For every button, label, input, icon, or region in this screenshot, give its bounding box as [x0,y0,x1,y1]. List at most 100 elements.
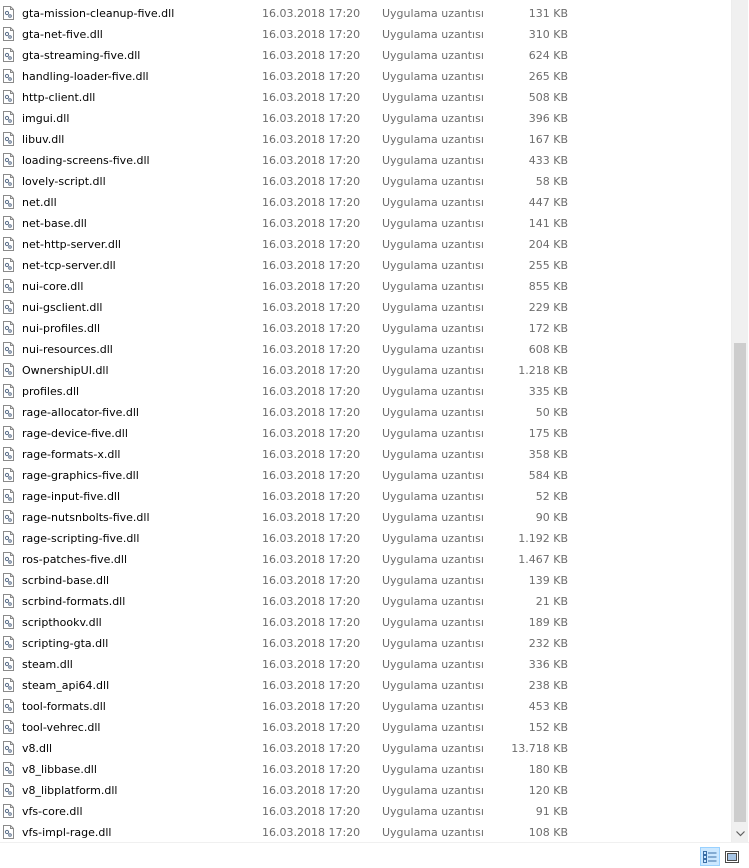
file-type: Uygulama uzantısı [382,763,484,776]
file-row[interactable]: nui-profiles.dll 16.03.2018 17:20 Uygula… [0,318,731,339]
file-date-modified: 16.03.2018 17:20 [262,154,361,167]
dll-file-icon [3,447,14,461]
file-row[interactable]: scripthookv.dll 16.03.2018 17:20 Uygulam… [0,612,731,633]
file-row[interactable]: net-tcp-server.dll 16.03.2018 17:20 Uygu… [0,255,731,276]
file-row[interactable]: lovely-script.dll 16.03.2018 17:20 Uygul… [0,171,731,192]
file-name: v8_libbase.dll [22,763,97,776]
file-date-modified: 16.03.2018 17:20 [262,700,361,713]
file-row[interactable]: gta-streaming-five.dll 16.03.2018 17:20 … [0,45,731,66]
file-size: 58 KB [535,175,568,188]
file-date-modified: 16.03.2018 17:20 [262,679,361,692]
file-date-modified: 16.03.2018 17:20 [262,7,361,20]
dll-file-icon [3,279,14,293]
file-row[interactable]: v8.dll 16.03.2018 17:20 Uygulama uzantıs… [0,738,731,759]
file-row[interactable]: rage-device-five.dll 16.03.2018 17:20 Uy… [0,423,731,444]
file-row[interactable]: v8_libbase.dll 16.03.2018 17:20 Uygulama… [0,759,731,780]
file-row[interactable]: tool-vehrec.dll 16.03.2018 17:20 Uygulam… [0,717,731,738]
file-row[interactable]: steam_api64.dll 16.03.2018 17:20 Uygulam… [0,675,731,696]
file-name: tool-formats.dll [22,700,106,713]
file-row[interactable]: rage-scripting-five.dll 16.03.2018 17:20… [0,528,731,549]
file-name: nui-profiles.dll [22,322,101,335]
file-row[interactable]: net-http-server.dll 16.03.2018 17:20 Uyg… [0,234,731,255]
file-size: 508 KB [528,91,568,104]
file-size: 152 KB [528,721,568,734]
file-name: http-client.dll [22,91,96,104]
file-type: Uygulama uzantısı [382,49,484,62]
file-row[interactable]: nui-core.dll 16.03.2018 17:20 Uygulama u… [0,276,731,297]
file-row[interactable]: scrbind-base.dll 16.03.2018 17:20 Uygula… [0,570,731,591]
file-row[interactable]: gta-net-five.dll 16.03.2018 17:20 Uygula… [0,24,731,45]
file-date-modified: 16.03.2018 17:20 [262,343,361,356]
file-name: ros-patches-five.dll [22,553,128,566]
file-size: 1.467 KB [518,553,568,566]
file-type: Uygulama uzantısı [382,448,484,461]
file-type: Uygulama uzantısı [382,91,484,104]
file-type: Uygulama uzantısı [382,406,484,419]
file-row[interactable]: rage-input-five.dll 16.03.2018 17:20 Uyg… [0,486,731,507]
file-row[interactable]: nui-gsclient.dll 16.03.2018 17:20 Uygula… [0,297,731,318]
file-name: steam_api64.dll [22,679,110,692]
file-row[interactable]: v8_libplatform.dll 16.03.2018 17:20 Uygu… [0,780,731,801]
file-name: rage-allocator-five.dll [22,406,139,419]
file-row[interactable]: rage-graphics-five.dll 16.03.2018 17:20 … [0,465,731,486]
file-row[interactable]: profiles.dll 16.03.2018 17:20 Uygulama u… [0,381,731,402]
file-row[interactable]: gta-mission-cleanup-five.dll 16.03.2018 … [0,3,731,24]
file-row[interactable]: imgui.dll 16.03.2018 17:20 Uygulama uzan… [0,108,731,129]
dll-file-icon [3,720,14,734]
file-row[interactable]: loading-screens-five.dll 16.03.2018 17:2… [0,150,731,171]
file-row[interactable]: OwnershipUI.dll 16.03.2018 17:20 Uygulam… [0,360,731,381]
file-name: scripting-gta.dll [22,637,109,650]
file-size: 584 KB [528,469,568,482]
file-row[interactable]: scrbind-formats.dll 16.03.2018 17:20 Uyg… [0,591,731,612]
details-view-button[interactable] [700,847,720,866]
dll-file-icon [3,615,14,629]
file-row[interactable]: handling-loader-five.dll 16.03.2018 17:2… [0,66,731,87]
dll-file-icon [3,594,14,608]
scroll-down-arrow-icon[interactable] [732,825,749,842]
file-size: 232 KB [528,637,568,650]
file-row[interactable]: net.dll 16.03.2018 17:20 Uygulama uzantı… [0,192,731,213]
file-row[interactable]: tool-formats.dll 16.03.2018 17:20 Uygula… [0,696,731,717]
file-list: gta-mission-cleanup-five.dll 16.03.2018 … [0,0,731,842]
file-name: tool-vehrec.dll [22,721,101,734]
file-name: gta-net-five.dll [22,28,103,41]
file-row[interactable]: steam.dll 16.03.2018 17:20 Uygulama uzan… [0,654,731,675]
file-size: 265 KB [528,70,568,83]
file-date-modified: 16.03.2018 17:20 [262,259,361,272]
file-type: Uygulama uzantısı [382,826,484,839]
file-size: 139 KB [528,574,568,587]
file-row[interactable]: http-client.dll 16.03.2018 17:20 Uygulam… [0,87,731,108]
dll-file-icon [3,699,14,713]
dll-file-icon [3,363,14,377]
status-bar [0,842,749,868]
dll-file-icon [3,321,14,335]
dll-file-icon [3,741,14,755]
file-date-modified: 16.03.2018 17:20 [262,238,361,251]
file-row[interactable]: rage-allocator-five.dll 16.03.2018 17:20… [0,402,731,423]
file-date-modified: 16.03.2018 17:20 [262,133,361,146]
file-row[interactable]: nui-resources.dll 16.03.2018 17:20 Uygul… [0,339,731,360]
large-icons-view-button[interactable] [722,847,742,866]
file-date-modified: 16.03.2018 17:20 [262,595,361,608]
file-type: Uygulama uzantısı [382,238,484,251]
file-row[interactable]: rage-formats-x.dll 16.03.2018 17:20 Uygu… [0,444,731,465]
file-name: vfs-impl-rage.dll [22,826,112,839]
scrollbar-thumb[interactable] [734,343,746,822]
file-date-modified: 16.03.2018 17:20 [262,553,361,566]
file-name: handling-loader-five.dll [22,70,149,83]
file-row[interactable]: vfs-core.dll 16.03.2018 17:20 Uygulama u… [0,801,731,822]
file-type: Uygulama uzantısı [382,679,484,692]
file-row[interactable]: rage-nutsnbolts-five.dll 16.03.2018 17:2… [0,507,731,528]
file-row[interactable]: libuv.dll 16.03.2018 17:20 Uygulama uzan… [0,129,731,150]
file-type: Uygulama uzantısı [382,259,484,272]
file-row[interactable]: net-base.dll 16.03.2018 17:20 Uygulama u… [0,213,731,234]
file-size: 21 KB [535,595,568,608]
dll-file-icon [3,783,14,797]
vertical-scrollbar[interactable] [731,0,748,842]
file-row[interactable]: vfs-impl-rage.dll 16.03.2018 17:20 Uygul… [0,822,731,843]
file-size: 1.192 KB [518,532,568,545]
dll-file-icon [3,111,14,125]
file-row[interactable]: scripting-gta.dll 16.03.2018 17:20 Uygul… [0,633,731,654]
dll-file-icon [3,825,14,839]
file-row[interactable]: ros-patches-five.dll 16.03.2018 17:20 Uy… [0,549,731,570]
